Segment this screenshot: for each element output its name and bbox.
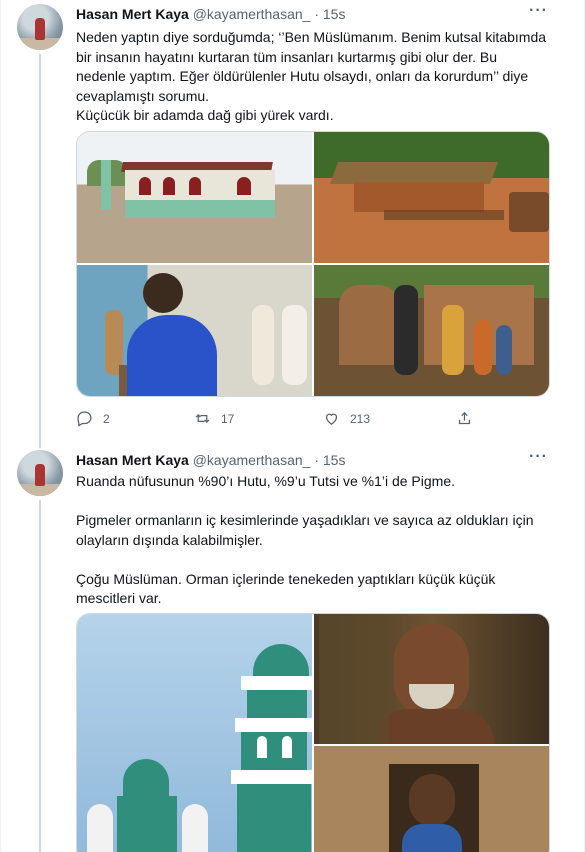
avatar[interactable]: [17, 4, 63, 50]
pygmy-family-photo[interactable]: [314, 265, 549, 396]
timeline: Hasan Mert Kaya @kayamerthasan_ · 15s ··…: [0, 0, 585, 852]
text-line: Çoğu Müslüman. Orman içlerinde tenekeden…: [76, 570, 496, 587]
separator-dot: ·: [314, 6, 319, 22]
media-grid: [76, 613, 550, 852]
like-count: 213: [350, 411, 371, 426]
author-handle[interactable]: @kayamerthasan_: [193, 6, 311, 22]
text-line: Ruanda nüfusunun %90’ı Hutu, %9’u Tutsi …: [76, 473, 456, 489]
share-button[interactable]: [456, 410, 483, 427]
mosque-photo[interactable]: [77, 132, 312, 263]
text-line: Pigmeler ormanların iç kesimlerinde yaşa…: [76, 512, 534, 528]
tweet-1[interactable]: Hasan Mert Kaya @kayamerthasan_ · 15s ··…: [1, 0, 585, 448]
boy-in-window-photo[interactable]: [314, 746, 549, 852]
elder-portrait-photo[interactable]: [314, 614, 549, 744]
text-line: olayların dışında kalabilmişler.: [76, 531, 263, 548]
more-options-icon[interactable]: ···: [529, 448, 548, 466]
village-hut-photo[interactable]: [314, 132, 549, 263]
heart-icon: [325, 413, 338, 425]
timestamp[interactable]: 15s: [323, 452, 346, 468]
text-line: mescitleri var.: [76, 590, 162, 606]
avatar[interactable]: [17, 450, 63, 496]
retweet-count: 17: [221, 411, 235, 426]
media-grid: [76, 131, 550, 397]
reply-count: 2: [103, 411, 110, 426]
separator-dot: ·: [314, 452, 319, 468]
text-line: nedenle yaptım. Eğer öldürülenler Hutu o…: [76, 68, 529, 84]
reply-icon: [77, 411, 92, 427]
text-line: bir insanın hayatını kurtaran tüm insanl…: [76, 48, 497, 65]
share-icon: [458, 411, 471, 425]
thread-line: [39, 54, 41, 448]
text-line: Küçücük bir adamda dağ gibi yürek vardı.: [76, 107, 334, 123]
thread-line: [39, 500, 41, 852]
tweet-header: Hasan Mert Kaya @kayamerthasan_ · 15s: [76, 451, 345, 469]
reply-button[interactable]: 2: [76, 410, 110, 427]
more-options-icon[interactable]: ···: [529, 2, 548, 20]
tweet-actions: 2 17 213: [76, 410, 476, 430]
timestamp[interactable]: 15s: [323, 6, 346, 22]
retweet-icon: [195, 414, 210, 423]
green-mosque-photo[interactable]: [77, 614, 312, 852]
tweet-2[interactable]: Hasan Mert Kaya @kayamerthasan_ · 15s ··…: [1, 448, 585, 852]
retweet-button[interactable]: 17: [194, 410, 234, 427]
author-name[interactable]: Hasan Mert Kaya: [76, 6, 189, 22]
tweet-text: Ruanda nüfusunun %90’ı Hutu, %9’u Tutsi …: [76, 472, 556, 609]
like-button[interactable]: 213: [323, 410, 370, 427]
tweet-text: Neden yaptın diye sorduğumda; ‘’Ben Müsl…: [76, 28, 556, 126]
text-line: cevaplamıştı sorumu.: [76, 87, 210, 104]
author-handle[interactable]: @kayamerthasan_: [193, 452, 311, 468]
author-name[interactable]: Hasan Mert Kaya: [76, 452, 189, 468]
tweet-header: Hasan Mert Kaya @kayamerthasan_ · 15s: [76, 5, 345, 23]
text-line: Neden yaptın diye sorduğumda; ‘’Ben Müsl…: [76, 29, 547, 45]
men-praying-photo[interactable]: [77, 265, 312, 396]
